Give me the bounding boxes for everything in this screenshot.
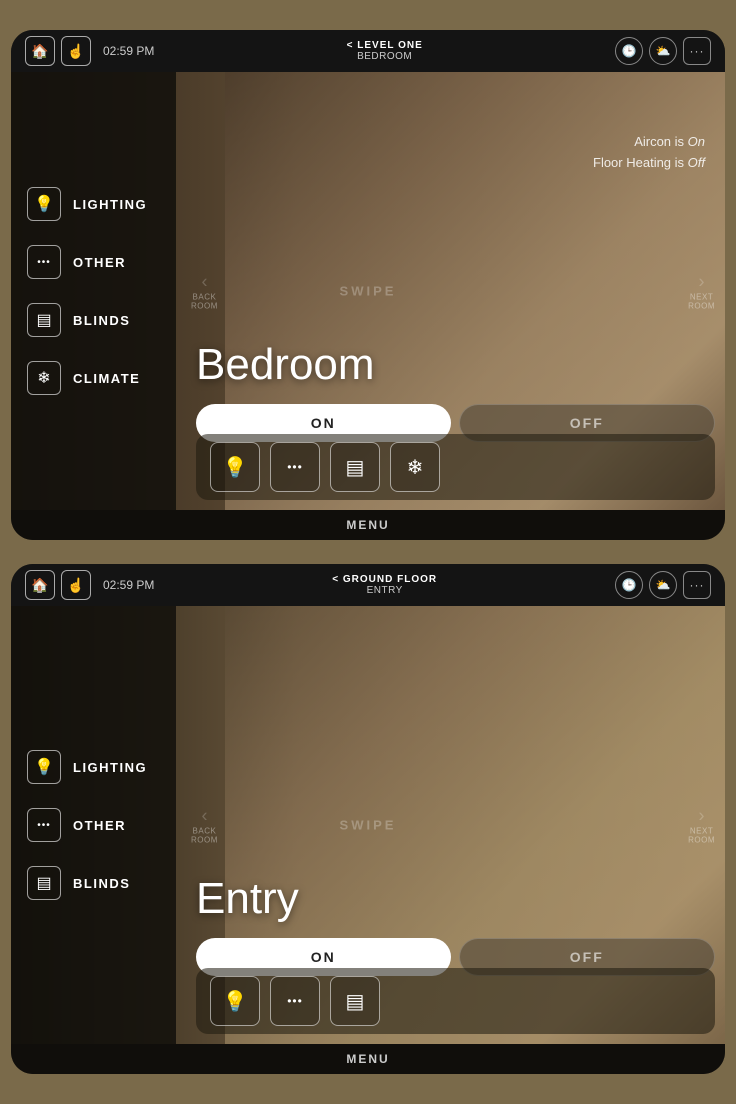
- top-bar-entry: 🏠 ☝ 02:59 PM < GROUND FLOOR ENTRY 🕒 ⛅ ··…: [11, 564, 725, 606]
- top-bar-bedroom: 🏠 ☝ 02:59 PM < LEVEL ONE BEDROOM 🕒 ⛅ ···: [11, 30, 725, 72]
- level-label: < LEVEL ONE: [347, 40, 423, 51]
- sidebar-item-climate[interactable]: ❄ CLIMATE: [11, 351, 176, 405]
- sidebar-item-lighting[interactable]: 💡 LIGHTING: [11, 177, 176, 231]
- lighting-label-entry: LIGHTING: [73, 760, 147, 775]
- touch-icon-entry[interactable]: ☝: [61, 570, 91, 600]
- more-options-button[interactable]: ···: [683, 37, 711, 65]
- menu-label-entry[interactable]: MENU: [346, 1052, 389, 1066]
- bottom-lighting-button[interactable]: 💡: [210, 442, 260, 492]
- room-title-bedroom: Bedroom: [196, 340, 375, 390]
- bottom-icons-entry: 💡 ••• ▤: [196, 968, 715, 1034]
- bottom-icons-bedroom: 💡 ••• ▤ ❄: [196, 434, 715, 500]
- sidebar-item-blinds[interactable]: ▤ BLINDS: [11, 293, 176, 347]
- top-bar-left-entry: 🏠 ☝ 02:59 PM: [25, 570, 154, 600]
- heating-status: Floor Heating is Off: [593, 153, 705, 174]
- swipe-label-entry: SWIPE: [340, 818, 397, 833]
- sidebar-bedroom: 💡 LIGHTING ••• OTHER ▤ BLINDS ❄ CLIMATE: [11, 72, 176, 510]
- lighting-icon: 💡: [27, 187, 61, 221]
- climate-label: CLIMATE: [73, 371, 140, 386]
- top-bar-right-entry: 🕒 ⛅ ···: [615, 571, 711, 599]
- sidebar-entry: 💡 LIGHTING ••• OTHER ▤ BLINDS: [11, 606, 176, 1044]
- left-chevron-icon: ‹: [201, 272, 207, 292]
- other-label: OTHER: [73, 255, 126, 270]
- clock-icon[interactable]: 🕒: [615, 37, 643, 65]
- back-room-nav-entry[interactable]: ‹ BACKROOM: [191, 806, 218, 845]
- bottom-other-button[interactable]: •••: [270, 442, 320, 492]
- main-area-bedroom: SWIPE ‹ BACKROOM › NEXTROOM 💡 LIGHTING •…: [11, 72, 725, 510]
- menu-label-bedroom[interactable]: MENU: [346, 518, 389, 532]
- blinds-icon: ▤: [27, 303, 61, 337]
- swipe-label: SWIPE: [340, 284, 397, 299]
- back-room-label-entry: BACKROOM: [191, 827, 218, 845]
- weather-icon[interactable]: ⛅: [649, 37, 677, 65]
- aircon-status: Aircon is On: [593, 132, 705, 153]
- tablet-bedroom: 🏠 ☝ 02:59 PM < LEVEL ONE BEDROOM 🕒 ⛅ ···…: [11, 30, 725, 540]
- home-icon-entry[interactable]: 🏠: [25, 570, 55, 600]
- top-bar-left: 🏠 ☝ 02:59 PM: [25, 36, 154, 66]
- next-room-nav-entry[interactable]: › NEXTROOM: [688, 806, 715, 845]
- left-chevron-icon-entry: ‹: [201, 806, 207, 826]
- sidebar-item-other[interactable]: ••• OTHER: [11, 235, 176, 289]
- sidebar-item-blinds-entry[interactable]: ▤ BLINDS: [11, 856, 176, 910]
- weather-icon-entry[interactable]: ⛅: [649, 571, 677, 599]
- touch-icon[interactable]: ☝: [61, 36, 91, 66]
- blinds-label-entry: BLINDS: [73, 876, 130, 891]
- lighting-label: LIGHTING: [73, 197, 147, 212]
- bottom-lighting-button-entry[interactable]: 💡: [210, 976, 260, 1026]
- back-room-label: BACKROOM: [191, 293, 218, 311]
- next-room-nav[interactable]: › NEXTROOM: [688, 272, 715, 311]
- other-label-entry: OTHER: [73, 818, 126, 833]
- right-chevron-icon: ›: [699, 272, 705, 292]
- level-label-entry: < GROUND FLOOR: [332, 574, 437, 585]
- climate-icon: ❄: [27, 361, 61, 395]
- sidebar-item-other-entry[interactable]: ••• OTHER: [11, 798, 176, 852]
- blinds-label: BLINDS: [73, 313, 130, 328]
- right-chevron-icon-entry: ›: [699, 806, 705, 826]
- blinds-icon-entry: ▤: [27, 866, 61, 900]
- back-room-nav[interactable]: ‹ BACKROOM: [191, 272, 218, 311]
- home-icon[interactable]: 🏠: [25, 36, 55, 66]
- bottom-blinds-button[interactable]: ▤: [330, 442, 380, 492]
- bottom-blinds-button-entry[interactable]: ▤: [330, 976, 380, 1026]
- bottom-climate-button[interactable]: ❄: [390, 442, 440, 492]
- time-display: 02:59 PM: [103, 44, 154, 58]
- sidebar-item-lighting-entry[interactable]: 💡 LIGHTING: [11, 740, 176, 794]
- next-room-label: NEXTROOM: [688, 293, 715, 311]
- room-label: BEDROOM: [347, 51, 423, 62]
- bottom-other-button-entry[interactable]: •••: [270, 976, 320, 1026]
- time-display-entry: 02:59 PM: [103, 578, 154, 592]
- next-room-label-entry: NEXTROOM: [688, 827, 715, 845]
- tablet-entry: 🏠 ☝ 02:59 PM < GROUND FLOOR ENTRY 🕒 ⛅ ··…: [11, 564, 725, 1074]
- top-bar-center-entry: < GROUND FLOOR ENTRY: [332, 574, 437, 596]
- lighting-icon-entry: 💡: [27, 750, 61, 784]
- room-label-entry: ENTRY: [332, 585, 437, 596]
- clock-icon-entry[interactable]: 🕒: [615, 571, 643, 599]
- more-options-button-entry[interactable]: ···: [683, 571, 711, 599]
- other-icon: •••: [27, 245, 61, 279]
- top-bar-right: 🕒 ⛅ ···: [615, 37, 711, 65]
- other-icon-entry: •••: [27, 808, 61, 842]
- menu-bar-bedroom: MENU: [11, 510, 725, 540]
- menu-bar-entry: MENU: [11, 1044, 725, 1074]
- room-title-entry: Entry: [196, 874, 299, 924]
- climate-status: Aircon is On Floor Heating is Off: [593, 132, 705, 174]
- top-bar-center: < LEVEL ONE BEDROOM: [347, 40, 423, 62]
- main-area-entry: SWIPE ‹ BACKROOM › NEXTROOM 💡 LIGHTING •…: [11, 606, 725, 1044]
